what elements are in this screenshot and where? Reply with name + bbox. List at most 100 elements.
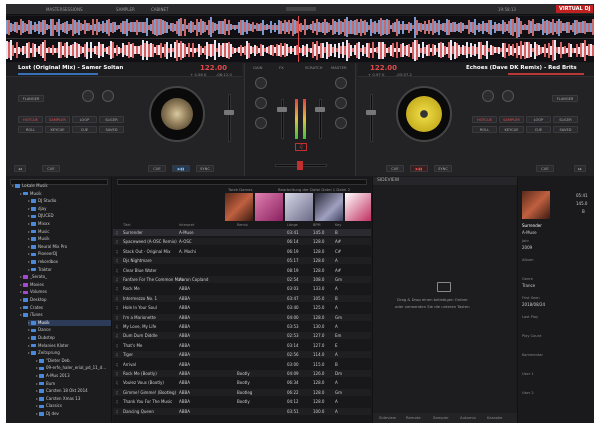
deck-left-cue-small[interactable]: CUE (42, 165, 60, 172)
deck-right-pitch-track[interactable] (370, 94, 373, 142)
deck-right-pad-hotcue[interactable]: HOTCUE (472, 116, 497, 123)
tree-expand-icon[interactable]: ▸ (12, 183, 14, 188)
deck-left-pad-slicer[interactable]: SLICER (99, 116, 124, 123)
column-header-4[interactable]: BPM (313, 222, 321, 228)
tree-item[interactable]: ▸ 09-erfe_haler_erial_pd_11_d... (36, 365, 111, 371)
deck-left-sync-button[interactable]: SYNC (196, 165, 214, 172)
tree-expand-icon[interactable]: ▸ (28, 320, 30, 325)
tree-expand-icon[interactable]: ▸ (20, 191, 22, 196)
menu-sampler[interactable]: SAMPLER (116, 7, 135, 12)
tree-expand-icon[interactable]: ▸ (20, 312, 22, 317)
column-header-2[interactable]: Remix (237, 222, 248, 228)
deck-right-cue-small[interactable]: CUE (536, 165, 554, 172)
tree-item[interactable]: ▸ PioneerDJ (28, 251, 111, 257)
tree-expand-icon[interactable]: ▸ (36, 411, 38, 416)
table-row[interactable]: ♫ Intermezzo No. 1 ABBA 03:47 105.0 B (113, 294, 371, 302)
tree-expand-icon[interactable]: ▸ (28, 244, 30, 249)
deck-left-prev-button[interactable]: ◂◂ (14, 165, 26, 172)
deck-left-play-button[interactable]: ▶▮▮ (172, 165, 190, 172)
deck-left-fx-select[interactable]: FLANGER (18, 95, 44, 102)
deck-right-pad-cue[interactable]: CUE (526, 126, 551, 133)
tree-expand-icon[interactable]: ▸ (36, 403, 38, 408)
tree-expand-icon[interactable]: ▸ (28, 198, 30, 203)
tree-item[interactable]: ▸ djay (28, 206, 111, 212)
tree-expand-icon[interactable]: ▸ (28, 206, 30, 211)
table-row[interactable]: ♫ Thank You For The Music ABBA Bootly 04:12 1… (113, 398, 371, 405)
deck-left-cue-button[interactable]: CUE (148, 165, 166, 172)
tree-expand-icon[interactable]: ▸ (28, 229, 30, 234)
deck-right-pitch-slider[interactable] (366, 110, 376, 115)
deck-right-progress[interactable] (508, 73, 584, 75)
tree-item[interactable]: ▸ _Serato_ (20, 274, 111, 280)
deck-left-fx-knob-2[interactable] (102, 90, 114, 102)
tree-expand-icon[interactable]: ▸ (36, 373, 38, 378)
deck-left-pad-sampler[interactable]: SAMPLER (45, 116, 70, 123)
tree-expand-icon[interactable]: ▸ (20, 305, 22, 310)
tree-expand-icon[interactable]: ▸ (28, 213, 30, 218)
tree-item[interactable]: ▸ Musik (28, 236, 111, 242)
tree-item[interactable]: ▸ rekordbox (28, 259, 111, 265)
deck-right-play-button[interactable]: ▶▮▮ (410, 165, 428, 172)
table-row[interactable]: ♫ Tiger ABBA 02:56 114.0 A (113, 351, 371, 359)
tree-expand-icon[interactable]: ▸ (28, 327, 30, 332)
tree-expand-icon[interactable]: ▸ (28, 350, 30, 355)
deck-left-bpm[interactable]: 122.00 (200, 64, 227, 72)
sideview-tab-karaoke[interactable]: Karaoke (487, 415, 502, 420)
sideview-tab-sampler[interactable]: Sampler (433, 415, 449, 420)
sideview-tab-remote[interactable]: Remote (406, 415, 421, 420)
tree-expand-icon[interactable]: ▸ (28, 236, 30, 241)
tree-item[interactable]: ▸ DJ Studio (28, 198, 111, 204)
tree-item[interactable]: ▸ Dubstep (28, 335, 111, 341)
deck-right-fx-knob-1[interactable] (482, 90, 494, 102)
deck-left-pitch-track[interactable] (228, 94, 231, 142)
mixer-volume-right-fader[interactable] (315, 107, 325, 112)
deck-right-fx-knob-2[interactable] (502, 90, 514, 102)
crossfader-cap[interactable] (297, 161, 303, 170)
tree-item[interactable]: ▸ Carsten 18 Okt 2014 (36, 388, 111, 394)
table-row[interactable]: ♫ Djs Nightmare 05:17 128.0 A (113, 257, 371, 265)
tree-item[interactable]: ▸ Desktop (20, 297, 111, 303)
sideview-tab-automix[interactable]: Automix (460, 415, 476, 420)
info-field-value[interactable]: Trance (522, 283, 535, 288)
tree-item[interactable]: ▸ DJUCED (28, 213, 111, 219)
table-row[interactable]: ♫ Gimme! Gimme! (Bootleg) ABBA Bootleg 06:22… (113, 388, 371, 396)
tree-expand-icon[interactable]: ▸ (28, 251, 30, 256)
deck-right-pad-keycue[interactable]: KEYCUE (499, 126, 524, 133)
mixer-eq-low-left-knob[interactable] (255, 117, 267, 129)
tree-expand-icon[interactable]: ▸ (36, 396, 38, 401)
tree-item[interactable]: ▸ Music (28, 229, 111, 235)
tree-expand-icon[interactable]: ▸ (20, 282, 22, 287)
tree-item[interactable]: ▸ Bum (36, 381, 111, 387)
column-header-0[interactable]: Titel (123, 222, 131, 228)
table-row[interactable]: ♫ Arrival ABBA 03:00 115.0 B (113, 361, 371, 368)
tree-expand-icon[interactable]: ▸ (28, 259, 30, 264)
deck-left-pad-saved[interactable]: SAVED (99, 126, 124, 133)
deck-left-pad-loop[interactable]: LOOP (72, 116, 97, 123)
tree-expand-icon[interactable]: ▸ (36, 365, 38, 370)
table-row[interactable]: ♫ Surrender A-Muse 03:41 145.0 B (113, 229, 371, 236)
table-row[interactable]: ♫ My Love, My Life ABBA 03:53 130.0 A (113, 323, 371, 330)
deck-left-pitch-slider[interactable] (224, 110, 234, 115)
info-field-value[interactable]: 2018/08/24 (522, 302, 545, 307)
info-field-value[interactable]: 2009 (522, 245, 532, 250)
tree-item[interactable]: ▸ Zeitsprung (28, 350, 111, 356)
tree-item[interactable]: ▸ Movies (20, 282, 111, 288)
menu-mastersessions[interactable]: MASTERSESSIONS (46, 7, 82, 12)
deck-right-cue-button[interactable]: CUE (386, 165, 404, 172)
waveform-deck-right[interactable] (6, 39, 594, 62)
menu-cabinet[interactable]: CABINET (151, 7, 168, 12)
tree-item[interactable]: ▸ Mixxx (28, 221, 111, 227)
mixer-gain-left-knob[interactable] (255, 77, 267, 89)
tree-expand-icon[interactable]: ▸ (20, 289, 22, 294)
tree-expand-icon[interactable]: ▸ (28, 343, 30, 348)
deck-right-pad-loop[interactable]: LOOP (526, 116, 551, 123)
tree-expand-icon[interactable]: ▸ (28, 267, 30, 272)
deck-right-jogwheel[interactable] (396, 86, 452, 142)
tree-expand-icon[interactable]: ▸ (20, 274, 22, 279)
deck-right-sync-button[interactable]: SYNC (434, 165, 452, 172)
tree-item[interactable]: ▸ DJ dev (36, 411, 111, 417)
mixer-eq-high-left-knob[interactable] (255, 97, 267, 109)
tree-item[interactable]: ▸ Crates (20, 305, 111, 311)
deck-left-jogwheel[interactable] (149, 86, 205, 142)
waveform-deck-left[interactable] (6, 16, 594, 38)
